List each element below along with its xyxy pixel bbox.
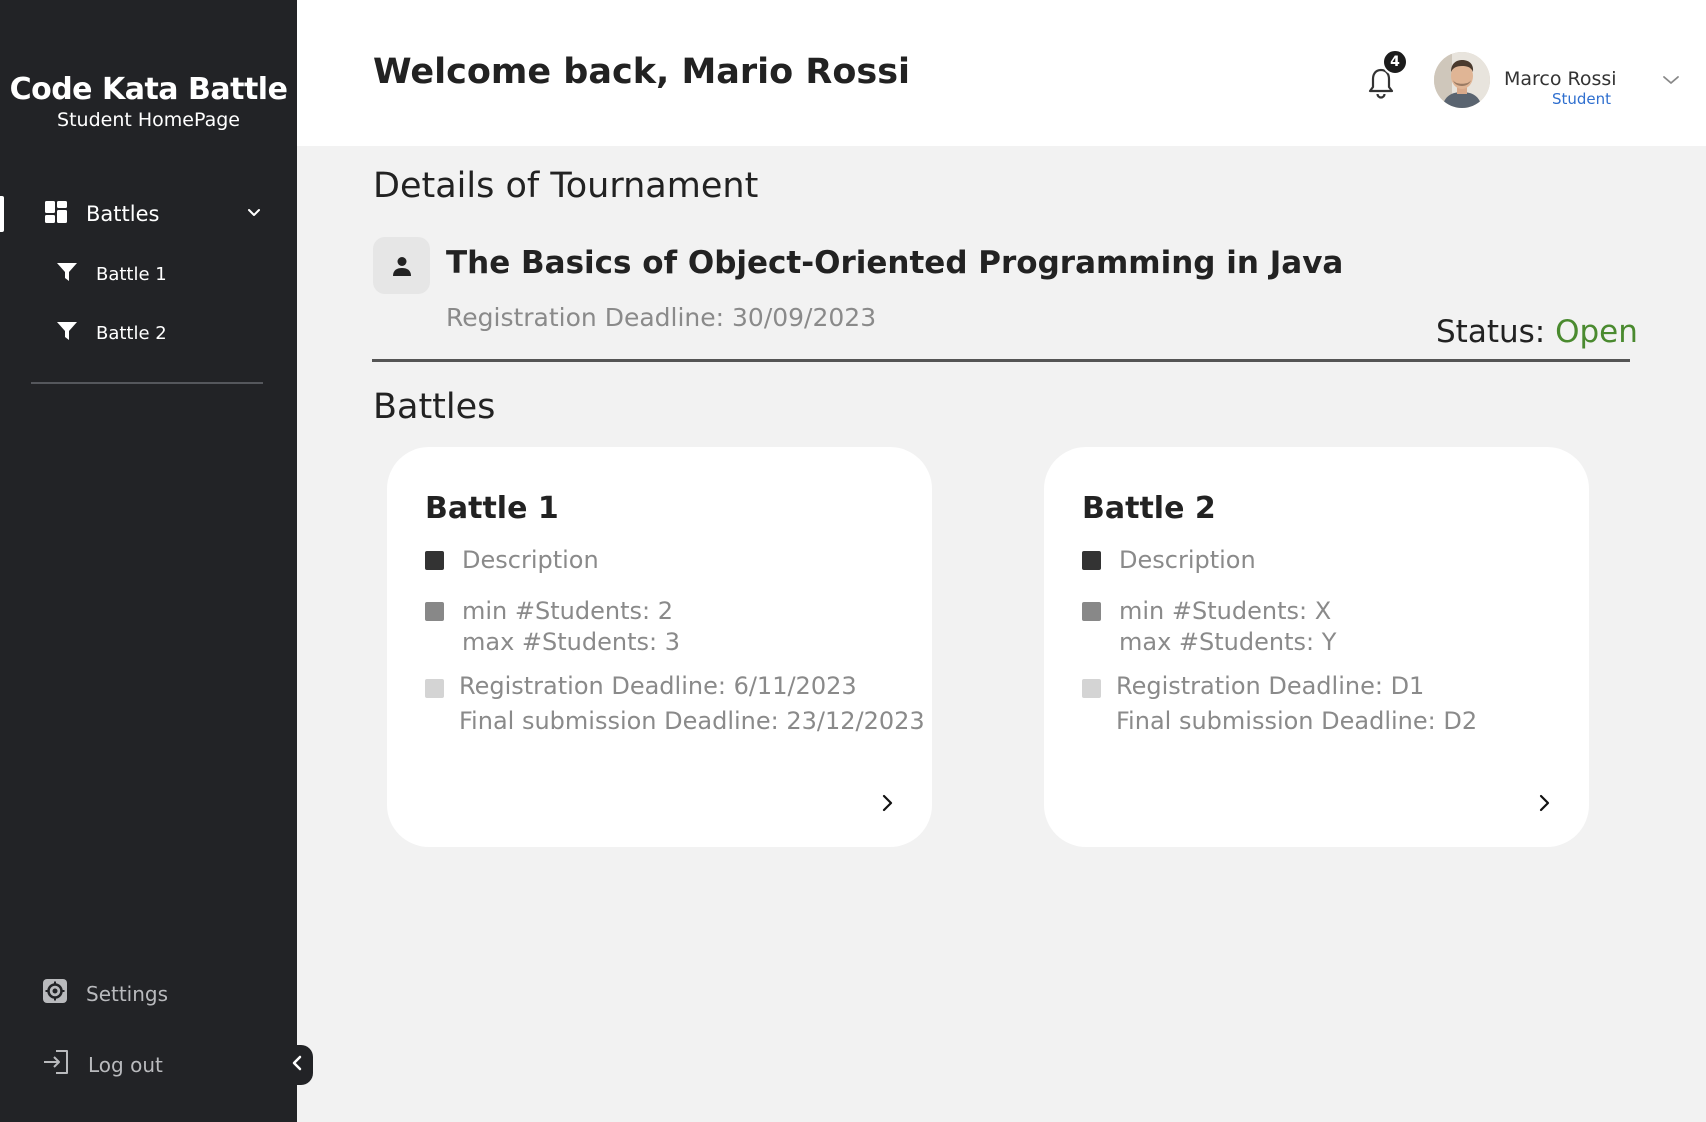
battle-max-students: max #Students: 3 xyxy=(462,628,680,656)
dashboard-icon xyxy=(44,200,68,228)
battle-final-deadline: Final submission Deadline: D2 xyxy=(1116,707,1478,735)
settings-button[interactable]: Settings xyxy=(42,978,168,1009)
details-section-title: Details of Tournament xyxy=(373,166,759,206)
battle-students-row: min #Students: X max #Students: Y xyxy=(1082,596,1336,658)
status-badge: Open xyxy=(1555,314,1638,350)
brand: Code Kata Battle Student HomePage xyxy=(0,72,297,131)
battle-description: Description xyxy=(462,546,599,574)
logout-label: Log out xyxy=(88,1052,163,1077)
section-divider xyxy=(372,359,1630,362)
logout-icon xyxy=(42,1049,70,1080)
tournament-status: Status: Open xyxy=(1436,314,1638,350)
brand-subtitle: Student HomePage xyxy=(57,109,240,131)
sidebar-item-battle-1[interactable]: Battle 1 xyxy=(56,259,167,289)
filter-icon xyxy=(56,320,78,346)
battles-section-title: Battles xyxy=(373,387,496,427)
battle-registration-deadline: Registration Deadline: D1 xyxy=(1116,672,1425,700)
battle-card-title: Battle 2 xyxy=(1082,491,1216,526)
bullet-square-icon xyxy=(425,602,444,621)
person-icon xyxy=(373,237,430,294)
battle-card-1[interactable]: Battle 1 Description min #Students: 2 ma… xyxy=(387,447,932,847)
collapse-sidebar-button[interactable] xyxy=(281,1045,313,1085)
sidebar-item-label: Battle 1 xyxy=(96,263,167,285)
sidebar: Code Kata Battle Student HomePage Battle… xyxy=(0,0,297,1122)
battle-deadlines-row: Registration Deadline: D1 Final submissi… xyxy=(1082,672,1478,739)
battle-description-row: Description xyxy=(1082,545,1256,576)
bullet-square-icon xyxy=(425,551,444,570)
chevron-right-icon[interactable] xyxy=(880,793,894,817)
gear-icon xyxy=(42,978,68,1009)
sidebar-item-battles[interactable]: Battles xyxy=(44,196,262,232)
user-name: Marco Rossi xyxy=(1504,68,1617,90)
settings-label: Settings xyxy=(86,981,169,1006)
battle-card-title: Battle 1 xyxy=(425,491,559,526)
active-indicator xyxy=(0,196,4,232)
battle-min-students: min #Students: 2 xyxy=(462,597,673,625)
chevron-down-icon[interactable] xyxy=(1662,72,1680,91)
battle-students-row: min #Students: 2 max #Students: 3 xyxy=(425,596,680,658)
battle-deadlines-row: Registration Deadline: 6/11/2023 Final s… xyxy=(425,672,925,739)
battle-description: Description xyxy=(1119,546,1256,574)
chevron-right-icon[interactable] xyxy=(1537,793,1551,817)
battle-final-deadline: Final submission Deadline: 23/12/2023 xyxy=(459,707,925,735)
sidebar-item-label: Battles xyxy=(86,202,160,226)
bullet-square-icon xyxy=(1082,679,1101,698)
tournament-registration-deadline: Registration Deadline: 30/09/2023 xyxy=(446,303,877,332)
sidebar-item-battle-2[interactable]: Battle 2 xyxy=(56,318,167,348)
battle-description-row: Description xyxy=(425,545,599,576)
avatar[interactable] xyxy=(1434,52,1490,108)
brand-title: Code Kata Battle xyxy=(9,72,288,107)
status-label: Status: xyxy=(1436,314,1556,350)
bullet-square-icon xyxy=(1082,551,1101,570)
top-header: Welcome back, Mario Rossi 4 Marco Rossi … xyxy=(297,0,1706,146)
notification-badge: 4 xyxy=(1382,49,1408,75)
sidebar-item-label: Battle 2 xyxy=(96,322,167,344)
tournament-name: The Basics of Object-Oriented Programmin… xyxy=(446,245,1344,281)
bullet-square-icon xyxy=(425,679,444,698)
user-role: Student xyxy=(1551,90,1611,108)
sidebar-divider xyxy=(31,382,263,384)
logout-button[interactable]: Log out xyxy=(42,1049,163,1080)
battle-card-2[interactable]: Battle 2 Description min #Students: X ma… xyxy=(1044,447,1589,847)
bullet-square-icon xyxy=(1082,602,1101,621)
battle-min-students: min #Students: X xyxy=(1119,597,1332,625)
battle-registration-deadline: Registration Deadline: 6/11/2023 xyxy=(459,672,857,700)
chevron-down-icon xyxy=(246,204,262,224)
welcome-title: Welcome back, Mario Rossi xyxy=(373,52,911,92)
chevron-left-icon xyxy=(291,1055,303,1075)
battle-max-students: max #Students: Y xyxy=(1119,628,1337,656)
filter-icon xyxy=(56,261,78,287)
